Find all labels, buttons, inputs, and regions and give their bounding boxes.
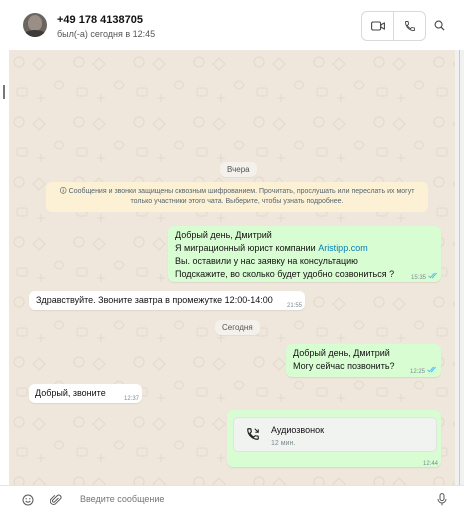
message-outgoing[interactable]: Добрый день, Дмитрий Я миграционный юрис…	[168, 226, 441, 282]
message-outgoing-call[interactable]: Аудиозвонок 12 мин. 12:44	[227, 410, 441, 467]
message-time: 12:37	[124, 396, 140, 402]
message-incoming[interactable]: Добрый, звоните 12:37	[29, 384, 142, 403]
attach-button[interactable]	[49, 493, 62, 506]
message-text: Я миграционный юрист компании Aristipp.c…	[175, 242, 368, 255]
microphone-icon	[437, 493, 446, 506]
encryption-notice[interactable]: 🛈 Сообщения и звонки защищены сквозным ш…	[46, 182, 428, 212]
message-text: Подскажите, во сколько будет удобно созв…	[175, 269, 395, 279]
message-time: 15:35	[411, 275, 427, 281]
search-icon	[434, 20, 445, 31]
avatar[interactable]	[23, 13, 47, 37]
emoji-button[interactable]	[21, 493, 34, 506]
message-link[interactable]: Aristipp.com	[318, 243, 368, 253]
contact-name[interactable]: +49 178 4138705	[57, 14, 143, 26]
call-title: Аудиозвонок	[271, 425, 325, 435]
read-ticks-icon	[427, 366, 436, 373]
video-call-icon	[370, 21, 385, 31]
message-time: 12:44	[423, 461, 439, 467]
call-duration: 12 мин.	[271, 440, 296, 447]
message-text-prefix: Я миграционный юрист компании	[175, 243, 319, 253]
voice-call-icon	[404, 21, 415, 31]
message-text: Добрый, звоните	[35, 388, 106, 398]
audio-call-card[interactable]: Аудиозвонок 12 мин.	[233, 417, 437, 452]
message-incoming[interactable]: Здравствуйте. Звоните завтра в промежутк…	[29, 291, 305, 310]
window-left-edge	[0, 50, 9, 485]
message-input[interactable]	[80, 494, 410, 504]
video-call-button[interactable]	[362, 12, 393, 40]
message-time: 21:55	[287, 303, 303, 309]
message-text: Добрый день, Дмитрий	[175, 230, 272, 240]
search-button[interactable]	[432, 18, 446, 32]
message-list[interactable]: Вчера 🛈 Сообщения и звонки защищены скво…	[9, 50, 455, 485]
microphone-button[interactable]	[435, 493, 448, 506]
message-outgoing[interactable]: Добрый день, Дмитрий Могу сейчас позвони…	[286, 344, 441, 377]
attach-icon	[49, 494, 61, 505]
call-button-group	[361, 11, 426, 41]
encryption-notice-line2: только участники этого чата. Выберите, ч…	[130, 198, 344, 205]
encryption-notice-line1: 🛈 Сообщения и звонки защищены сквозным ш…	[59, 188, 415, 195]
date-separator-today: Сегодня	[215, 320, 260, 335]
voice-call-button[interactable]	[393, 12, 425, 40]
message-text: Здравствуйте. Звоните завтра в промежутк…	[36, 295, 273, 305]
message-text: Вы. оставили у нас заявку на консультаци…	[175, 256, 358, 266]
message-text: Добрый день, Дмитрий	[293, 348, 390, 358]
date-separator-yesterday: Вчера	[220, 162, 257, 177]
scrollbar[interactable]	[455, 50, 464, 485]
outgoing-call-icon	[247, 428, 259, 440]
read-ticks-icon	[428, 272, 437, 279]
contact-status: был(-а) сегодня в 12:45	[57, 29, 156, 39]
message-time: 12:25	[410, 369, 426, 375]
emoji-icon	[22, 494, 33, 505]
message-text: Могу сейчас позвонить?	[293, 361, 395, 371]
composer-bar	[0, 485, 464, 513]
chat-header: +49 178 4138705 был(-а) сегодня в 12:45	[0, 0, 464, 51]
